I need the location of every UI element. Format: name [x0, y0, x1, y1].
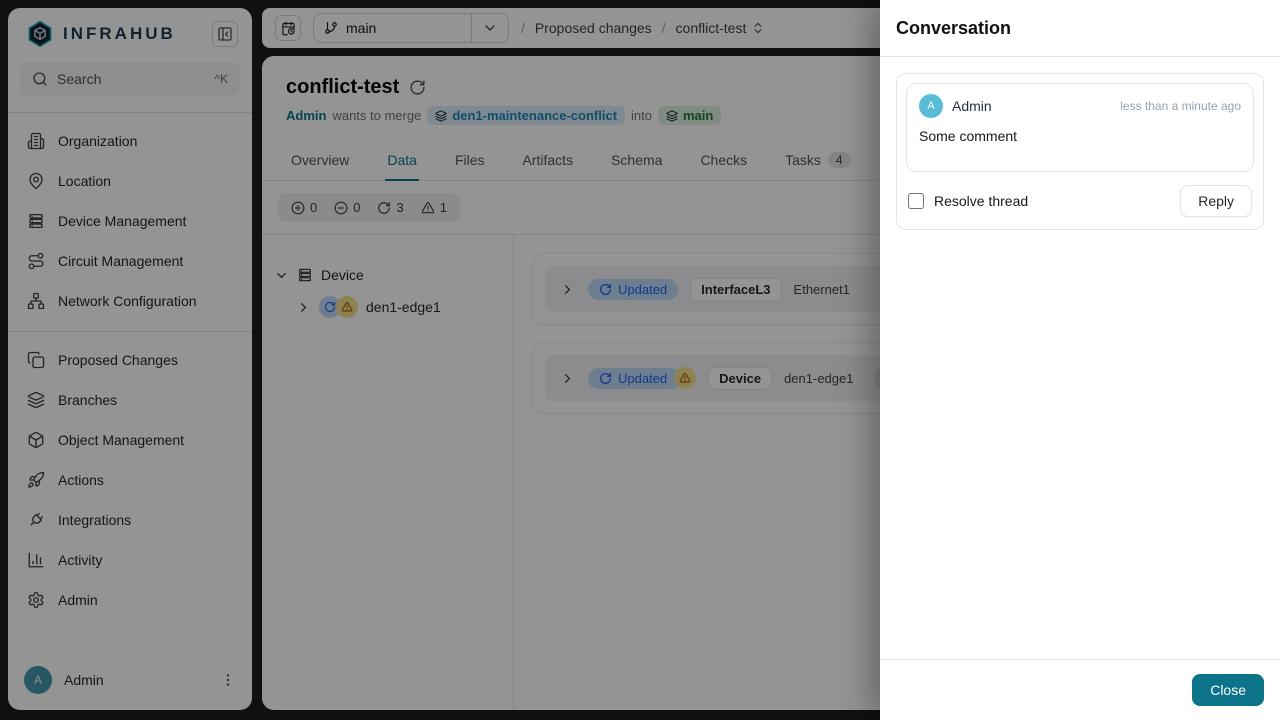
resolve-thread-label: Resolve thread [934, 193, 1029, 209]
comment-timestamp: less than a minute ago [1120, 99, 1241, 113]
drawer-title: Conversation [896, 18, 1012, 38]
comment-card: A Admin less than a minute ago Some comm… [906, 83, 1254, 172]
drawer-body: A Admin less than a minute ago Some comm… [880, 57, 1280, 659]
comment-thread: A Admin less than a minute ago Some comm… [896, 73, 1264, 230]
conversation-drawer: Conversation A Admin less than a minute … [880, 0, 1280, 720]
close-button[interactable]: Close [1192, 674, 1264, 706]
resolve-thread-checkbox[interactable] [908, 193, 924, 209]
comment-author: Admin [952, 98, 992, 114]
reply-button[interactable]: Reply [1180, 185, 1252, 217]
comment-body: Some comment [919, 128, 1018, 144]
thread-footer: Resolve thread Reply [906, 185, 1254, 220]
drawer-header: Conversation [880, 0, 1280, 57]
drawer-footer: Close [880, 659, 1280, 720]
comment-avatar: A [919, 94, 943, 118]
